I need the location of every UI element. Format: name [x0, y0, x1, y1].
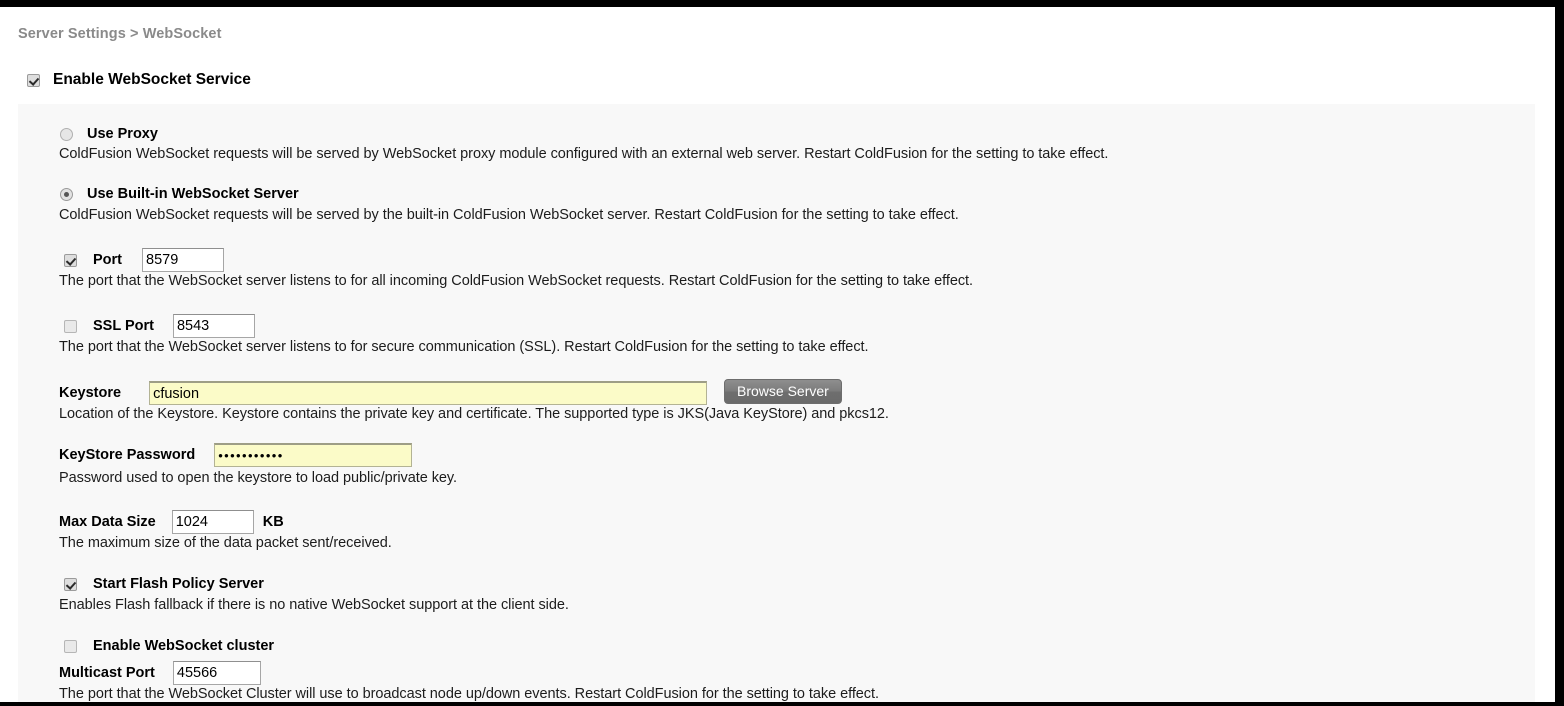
keystore-password-description: Password used to open the keystore to lo… [59, 470, 458, 486]
multicast-port-input[interactable] [172, 661, 261, 685]
use-builtin-label: Use Built-in WebSocket Server [87, 186, 299, 202]
flash-policy-row[interactable]: Start Flash Policy Server [64, 576, 264, 592]
max-data-size-label: Max Data Size [59, 514, 156, 530]
keystore-row[interactable]: Keystore [59, 381, 708, 405]
use-builtin-radio[interactable] [60, 187, 73, 201]
ssl-port-checkbox[interactable] [64, 319, 77, 333]
keystore-password-row[interactable]: KeyStore Password [59, 443, 413, 467]
enable-websocket-service-checkbox[interactable] [27, 73, 40, 87]
port-row[interactable]: Port [64, 248, 224, 272]
browser-window-frame: Server Settings > WebSocket Enable WebSo… [0, 0, 1564, 706]
keystore-input[interactable] [149, 381, 708, 405]
ssl-port-input[interactable] [172, 314, 255, 338]
use-proxy-row[interactable]: Use Proxy [60, 126, 158, 142]
keystore-password-label: KeyStore Password [59, 447, 196, 463]
flash-policy-label: Start Flash Policy Server [93, 576, 264, 592]
multicast-port-row[interactable]: Multicast Port [59, 661, 261, 685]
settings-page-content: Server Settings > WebSocket Enable WebSo… [0, 14, 1555, 702]
port-input[interactable] [142, 248, 224, 272]
max-data-size-unit: KB [262, 514, 284, 530]
max-data-size-input[interactable] [171, 510, 254, 534]
websocket-cluster-checkbox[interactable] [64, 639, 77, 653]
flash-policy-description: Enables Flash fallback if there is no na… [59, 597, 569, 613]
multicast-port-label: Multicast Port [59, 665, 155, 681]
keystore-description: Location of the Keystore. Keystore conta… [59, 406, 889, 422]
enable-websocket-service-row[interactable]: Enable WebSocket Service [27, 71, 251, 89]
ssl-port-label: SSL Port [93, 318, 154, 334]
websocket-cluster-label: Enable WebSocket cluster [93, 638, 275, 654]
websocket-settings-panel: Use Proxy ColdFusion WebSocket requests … [18, 104, 1535, 702]
use-builtin-row[interactable]: Use Built-in WebSocket Server [60, 186, 299, 202]
use-proxy-radio[interactable] [60, 127, 73, 141]
max-data-size-row[interactable]: Max Data Size KB [59, 510, 284, 534]
ssl-port-description: The port that the WebSocket server liste… [59, 339, 869, 355]
port-description: The port that the WebSocket server liste… [59, 273, 974, 289]
use-proxy-label: Use Proxy [87, 126, 158, 142]
port-label: Port [93, 252, 122, 268]
breadcrumb: Server Settings > WebSocket [18, 26, 222, 42]
max-data-size-description: The maximum size of the data packet sent… [59, 535, 392, 551]
enable-websocket-service-label: Enable WebSocket Service [53, 71, 251, 88]
websocket-cluster-row[interactable]: Enable WebSocket cluster [64, 638, 274, 654]
multicast-port-description: The port that the WebSocket Cluster will… [59, 686, 879, 702]
ssl-port-row[interactable]: SSL Port [64, 314, 255, 338]
keystore-label: Keystore [59, 385, 122, 401]
keystore-password-input[interactable] [214, 443, 413, 467]
browse-server-button[interactable]: Browse Server [724, 379, 842, 404]
port-checkbox[interactable] [64, 253, 77, 267]
flash-policy-checkbox[interactable] [64, 577, 77, 591]
use-proxy-description: ColdFusion WebSocket requests will be se… [59, 146, 1109, 162]
use-builtin-description: ColdFusion WebSocket requests will be se… [59, 207, 959, 223]
